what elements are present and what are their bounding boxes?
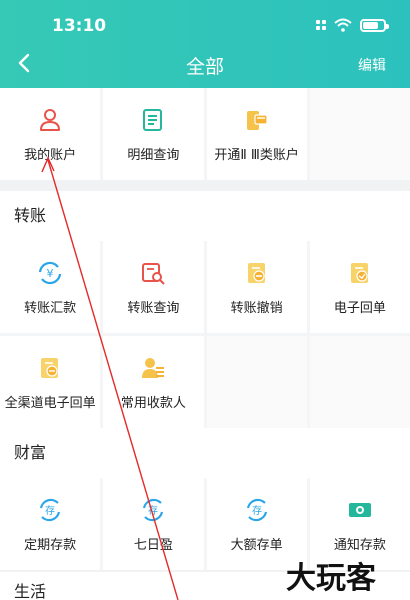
menu-item-label: 七日盈 bbox=[133, 537, 173, 553]
empty-cell bbox=[309, 88, 410, 180]
receipt-revoke-icon bbox=[247, 262, 265, 283]
empty-cell bbox=[206, 336, 307, 428]
svg-text:存: 存 bbox=[45, 504, 55, 517]
page-title: 全部 bbox=[185, 56, 224, 78]
menu-item-omni-receipt[interactable]: 全渠道电子回单 bbox=[0, 336, 101, 428]
menu-item-label: 转账撤销 bbox=[230, 300, 283, 316]
menu-item-label: 大额存单 bbox=[230, 537, 283, 553]
search-document-icon bbox=[142, 262, 166, 285]
user-icon bbox=[40, 108, 61, 131]
menu-item-transfer[interactable]: ¥ 转账汇款 bbox=[0, 241, 101, 333]
signal-icon bbox=[316, 20, 326, 30]
menu-item-fixed-deposit[interactable]: 存 定期存款 bbox=[0, 478, 101, 570]
menu-item-label: 转账查询 bbox=[127, 300, 180, 316]
edit-button[interactable]: 编辑 bbox=[358, 55, 386, 75]
wifi-icon bbox=[334, 18, 352, 32]
menu-item-seven-day[interactable]: 存 七日盈 bbox=[103, 478, 204, 570]
app-header: 13:10 全部 编辑 bbox=[0, 0, 410, 88]
menu-item-transfer-revoke[interactable]: 转账撤销 bbox=[206, 241, 307, 333]
phone-card-icon bbox=[246, 110, 268, 130]
section-title: 转账 bbox=[14, 206, 47, 225]
battery-icon bbox=[360, 18, 389, 32]
menu-item-open-account[interactable]: 开通Ⅱ Ⅲ类账户 bbox=[206, 88, 307, 180]
menu-item-label: 电子回单 bbox=[333, 300, 386, 316]
deposit-icon: 存 bbox=[40, 498, 61, 521]
payee-icon bbox=[142, 357, 165, 378]
deposit-icon: 存 bbox=[143, 498, 164, 521]
status-icons bbox=[316, 18, 389, 32]
menu-item-label: 定期存款 bbox=[24, 537, 77, 553]
section-title: 财富 bbox=[14, 443, 47, 462]
menu-item-label: 通知存款 bbox=[333, 537, 386, 553]
svg-text:存: 存 bbox=[252, 504, 262, 517]
transfer-section: 转账 ¥ 转账汇款 转账查询 转账撤销 电子回单 全渠道电子回单 常用收款人 bbox=[0, 191, 410, 428]
cash-icon bbox=[348, 502, 371, 517]
yuan-exchange-icon: ¥ bbox=[39, 261, 62, 284]
menu-item-label: 明细查询 bbox=[127, 147, 180, 163]
deposit-icon: 存 bbox=[246, 498, 267, 521]
status-time: 13:10 bbox=[52, 16, 107, 36]
document-list-icon bbox=[143, 108, 163, 131]
wealth-section: 财富 存 定期存款 存 七日盈 存 大额存单 通知存款 bbox=[0, 428, 410, 570]
menu-item-label: 全渠道电子回单 bbox=[4, 395, 96, 411]
receipt-multi-icon bbox=[41, 357, 59, 378]
menu-item-label: 转账汇款 bbox=[24, 300, 77, 316]
receipt-icon bbox=[350, 262, 368, 283]
menu-item-label: 我的账户 bbox=[24, 147, 77, 163]
empty-cell bbox=[309, 336, 410, 428]
menu-item-my-account[interactable]: 我的账户 bbox=[0, 88, 101, 180]
menu-item-e-receipt[interactable]: 电子回单 bbox=[309, 241, 410, 333]
menu-item-transfer-query[interactable]: 转账查询 bbox=[103, 241, 204, 333]
svg-text:¥: ¥ bbox=[47, 267, 54, 280]
account-section: 我的账户 明细查询 开通Ⅱ Ⅲ类账户 bbox=[0, 88, 410, 180]
menu-item-detail-query[interactable]: 明细查询 bbox=[103, 88, 204, 180]
menu-item-label: 开通Ⅱ Ⅲ类账户 bbox=[214, 147, 299, 163]
menu-item-label: 常用收款人 bbox=[120, 395, 186, 411]
svg-text:大玩客: 大玩客 bbox=[286, 561, 376, 596]
menu-item-frequent-payee[interactable]: 常用收款人 bbox=[103, 336, 204, 428]
watermark-logo: 大玩客 bbox=[286, 561, 376, 596]
svg-text:存: 存 bbox=[148, 504, 158, 517]
